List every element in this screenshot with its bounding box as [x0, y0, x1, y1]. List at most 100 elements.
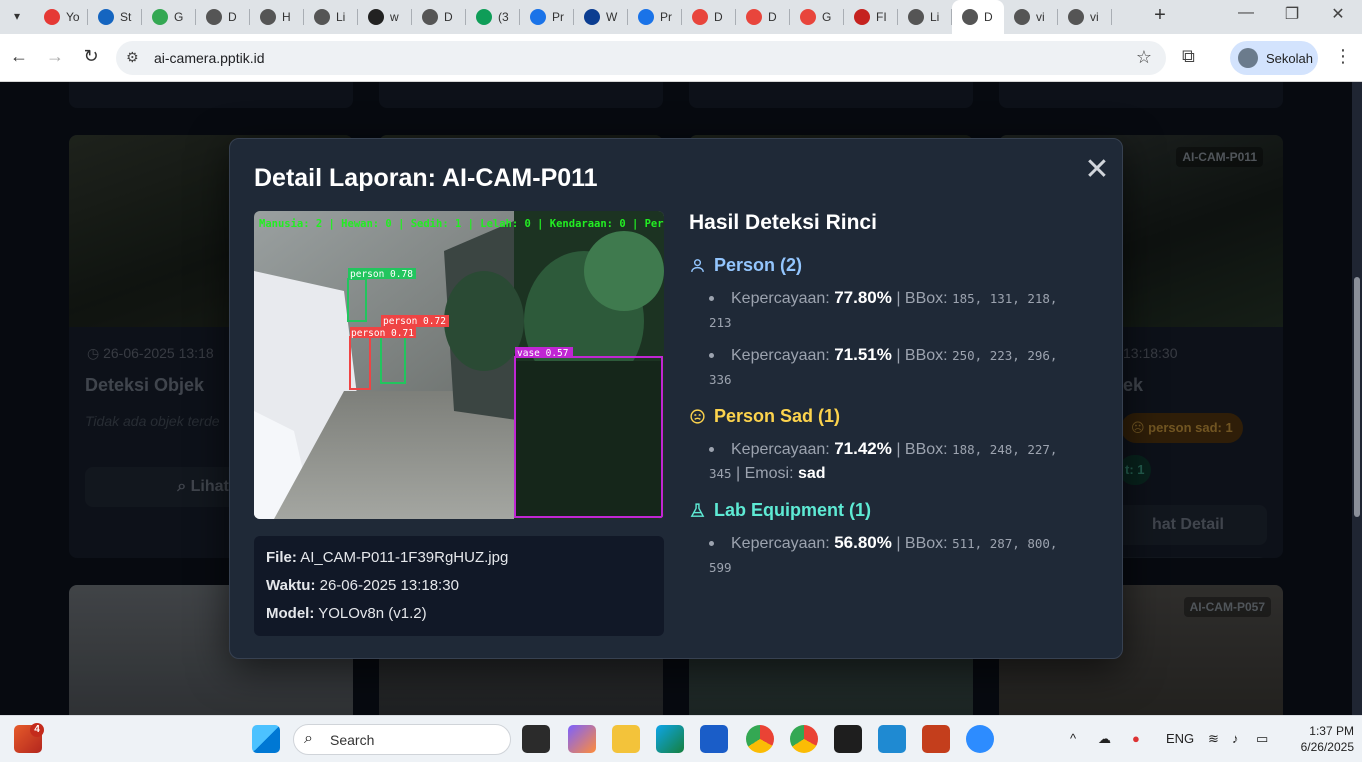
tab-search-button[interactable]: ▾ [6, 5, 28, 27]
list-item: Kepercayaan: 77.80% | BBox: 185, 131, 21… [709, 286, 1099, 335]
copilot-icon[interactable] [568, 725, 596, 753]
battery-icon[interactable]: ▭ [1256, 731, 1268, 747]
vscode-icon[interactable] [878, 725, 906, 753]
search-placeholder: Search [330, 732, 375, 748]
search-icon: ⌕ [304, 730, 313, 747]
list-item: Kepercayaan: 56.80% | BBox: 511, 287, 80… [709, 531, 1099, 580]
profile-name: Sekolah [1266, 50, 1313, 66]
browser-tab[interactable]: vi [1004, 0, 1058, 34]
tab-label: D [228, 10, 237, 24]
file-explorer-icon[interactable] [612, 725, 640, 753]
tab-label: St [120, 10, 132, 24]
flask-icon [690, 503, 705, 517]
browser-tab[interactable]: w [358, 0, 412, 34]
group-lab-equipment: Lab Equipment (1) Kepercayaan: 56.80% | … [689, 500, 1099, 580]
reload-button[interactable]: ↻ [78, 46, 104, 67]
browser-tab[interactable]: G [142, 0, 196, 34]
browser-tab[interactable]: St [88, 0, 142, 34]
foliage-bright [584, 231, 664, 311]
profile-button[interactable]: Sekolah [1230, 41, 1318, 75]
tab-favicon-icon [1068, 9, 1084, 25]
tab-favicon-icon [962, 9, 978, 25]
bbox-label-person-1: person 0.78 [350, 269, 413, 280]
group-name: Lab Equipment (1) [714, 500, 871, 520]
page-scrollbar[interactable] [1352, 82, 1362, 715]
time-row: Waktu: 26-06-2025 13:18:30 [266, 577, 459, 594]
browser-tab[interactable]: G [790, 0, 844, 34]
browser-tab[interactable]: W [574, 0, 628, 34]
taskbar-search[interactable]: ⌕ Search [293, 724, 511, 755]
tab-label: vi [1036, 10, 1045, 24]
scrollbar-thumb[interactable] [1354, 277, 1360, 517]
terminal-icon[interactable] [834, 725, 862, 753]
foliage-mid [444, 271, 524, 371]
volume-icon[interactable]: ♪ [1232, 731, 1239, 746]
tab-favicon-icon [206, 9, 222, 25]
chrome-icon[interactable] [746, 725, 774, 753]
forward-button[interactable]: → [42, 46, 68, 67]
chevron-up-icon[interactable]: ^ [1070, 731, 1076, 746]
tab-label: D [768, 10, 777, 24]
model-row: Model: YOLOv8n (v1.2) [266, 605, 427, 622]
modal-close-button[interactable]: ✕ [1084, 155, 1110, 185]
extensions-icon[interactable]: ⧉ [1182, 46, 1195, 67]
tab-favicon-icon [692, 9, 708, 25]
start-icon[interactable] [252, 725, 280, 753]
clock[interactable]: 1:37 PM 6/26/2025 [1290, 723, 1354, 755]
bookmark-star-icon[interactable]: ☆ [1136, 47, 1152, 68]
group-person: Person (2) Kepercayaan: 77.80% | BBox: 1… [689, 255, 1099, 392]
taskbar: 4 ⌕ Search ^ ☁ ● ENG ≋ ♪ ▭ 1:37 PM 6/26/… [0, 715, 1362, 762]
powerpoint-icon[interactable] [922, 725, 950, 753]
overlay-summary-text: Manusia: 2 | Hewan: 0 | Sedih: 1 | Lelah… [259, 218, 664, 230]
browser-tab[interactable]: vi [1058, 0, 1112, 34]
edge-icon[interactable] [656, 725, 684, 753]
group-name: Person (2) [714, 255, 803, 275]
wifi-icon[interactable]: ≋ [1208, 731, 1219, 747]
browser-tab[interactable]: FI [844, 0, 898, 34]
task-view-icon[interactable] [522, 725, 550, 753]
cloud-icon[interactable]: ☁ [1098, 731, 1111, 747]
browser-tab[interactable]: (3 [466, 0, 520, 34]
browser-tab[interactable]: D✕ [952, 0, 1004, 34]
tab-label: Pr [552, 10, 564, 24]
security-icon[interactable]: ● [1132, 731, 1140, 746]
tab-favicon-icon [368, 9, 384, 25]
browser-tab[interactable]: D [196, 0, 250, 34]
back-button[interactable]: ← [6, 46, 32, 67]
new-tab-button[interactable]: + [1148, 4, 1172, 27]
language-indicator[interactable]: ENG [1166, 731, 1194, 746]
tab-label: Pr [660, 10, 672, 24]
url-text: ai-camera.pptik.id [154, 50, 265, 66]
chrome-icon[interactable] [790, 725, 818, 753]
dark-bush [516, 361, 662, 517]
minimize-button[interactable]: — [1226, 4, 1266, 22]
browser-tab[interactable]: D [412, 0, 466, 34]
browser-tab[interactable]: D [736, 0, 790, 34]
window-close-button[interactable]: ✕ [1318, 4, 1358, 24]
group-person-sad: Person Sad (1) Kepercayaan: 71.42% | BBo… [689, 406, 1099, 486]
browser-tab[interactable]: Yo [34, 0, 88, 34]
notification-badge: 4 [30, 723, 44, 737]
tab-label: Li [930, 10, 940, 24]
restore-button[interactable]: ❐ [1272, 4, 1312, 24]
browser-tab[interactable]: Pr [628, 0, 682, 34]
tab-favicon-icon [530, 9, 546, 25]
browser-tab[interactable]: D [682, 0, 736, 34]
browser-tab[interactable]: Pr [520, 0, 574, 34]
site-info-icon[interactable]: ⚙ [126, 49, 139, 66]
sad-face-icon [690, 409, 705, 424]
bbox-label-person-sad: person 0.71 [351, 328, 414, 339]
bbox-label-vase: vase 0.57 [517, 348, 568, 359]
browser-menu-icon[interactable]: ⋮ [1334, 46, 1352, 67]
store-icon[interactable] [700, 725, 728, 753]
tab-label: D [984, 10, 993, 24]
tab-label: D [444, 10, 453, 24]
clock-date: 6/26/2025 [1300, 740, 1354, 754]
tab-favicon-icon [152, 9, 168, 25]
browser-tab[interactable]: H [250, 0, 304, 34]
browser-tab[interactable]: Li [898, 0, 952, 34]
zoom-icon[interactable] [966, 725, 994, 753]
tab-label: D [714, 10, 723, 24]
browser-tab[interactable]: Li [304, 0, 358, 34]
address-bar[interactable]: ⚙ ai-camera.pptik.id ☆ [116, 41, 1166, 75]
